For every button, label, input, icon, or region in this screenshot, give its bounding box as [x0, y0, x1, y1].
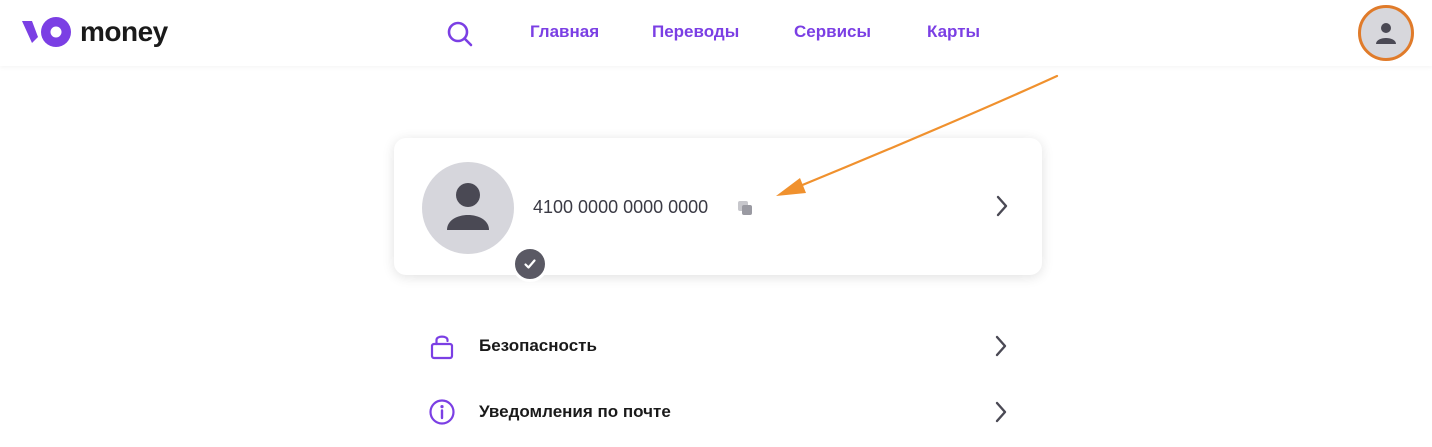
profile-avatar-button[interactable]: [1358, 5, 1414, 61]
copy-button[interactable]: [737, 200, 753, 216]
wallet-number: 4100 0000 0000 0000: [533, 197, 709, 217]
chevron-right-icon: [995, 335, 1007, 357]
yoomoney-logo-icon: [22, 17, 71, 47]
user-icon: [447, 183, 489, 230]
check-icon: [524, 259, 536, 269]
chevron-right-icon: [995, 401, 1007, 423]
menu-item-notifications-icon-wrap: [428, 398, 456, 426]
menu-item-security[interactable]: Безопасность: [428, 326, 1012, 366]
profile-avatar: [422, 162, 548, 282]
logo[interactable]: money: [22, 14, 168, 50]
nav-services[interactable]: Сервисы: [794, 22, 871, 42]
card-open-button[interactable]: [994, 194, 1010, 223]
menu-item-chevron: [993, 334, 1009, 363]
nav-cards[interactable]: Карты: [927, 22, 980, 42]
info-icon: [429, 399, 455, 425]
search-button[interactable]: [446, 20, 474, 48]
brand-name: money: [80, 16, 168, 47]
menu-item-email-notifications[interactable]: Уведомления по почте: [428, 392, 1012, 432]
nav-transfers[interactable]: Переводы: [652, 22, 739, 42]
verified-badge: [512, 246, 548, 282]
chevron-right-icon: [996, 195, 1008, 217]
menu-item-label: Уведомления по почте: [479, 402, 671, 421]
lock-icon: [430, 335, 454, 360]
user-icon: [1376, 23, 1396, 44]
menu-item-chevron: [993, 400, 1009, 429]
search-icon: [447, 21, 473, 47]
menu-item-label: Безопасность: [479, 336, 597, 355]
menu-item-security-icon-wrap: [428, 332, 456, 360]
copy-icon: [738, 201, 752, 215]
nav-home[interactable]: Главная: [530, 22, 599, 42]
profile-card[interactable]: 4100 0000 0000 0000: [394, 138, 1042, 282]
top-navigation-bar: money Главная Переводы Сервисы Карты: [0, 0, 1432, 66]
